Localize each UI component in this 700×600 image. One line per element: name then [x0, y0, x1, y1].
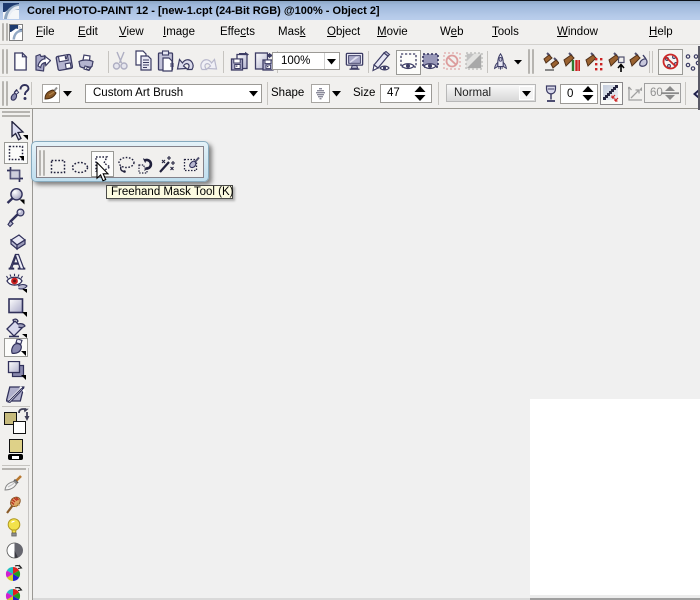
svg-text:A: A	[9, 251, 25, 271]
